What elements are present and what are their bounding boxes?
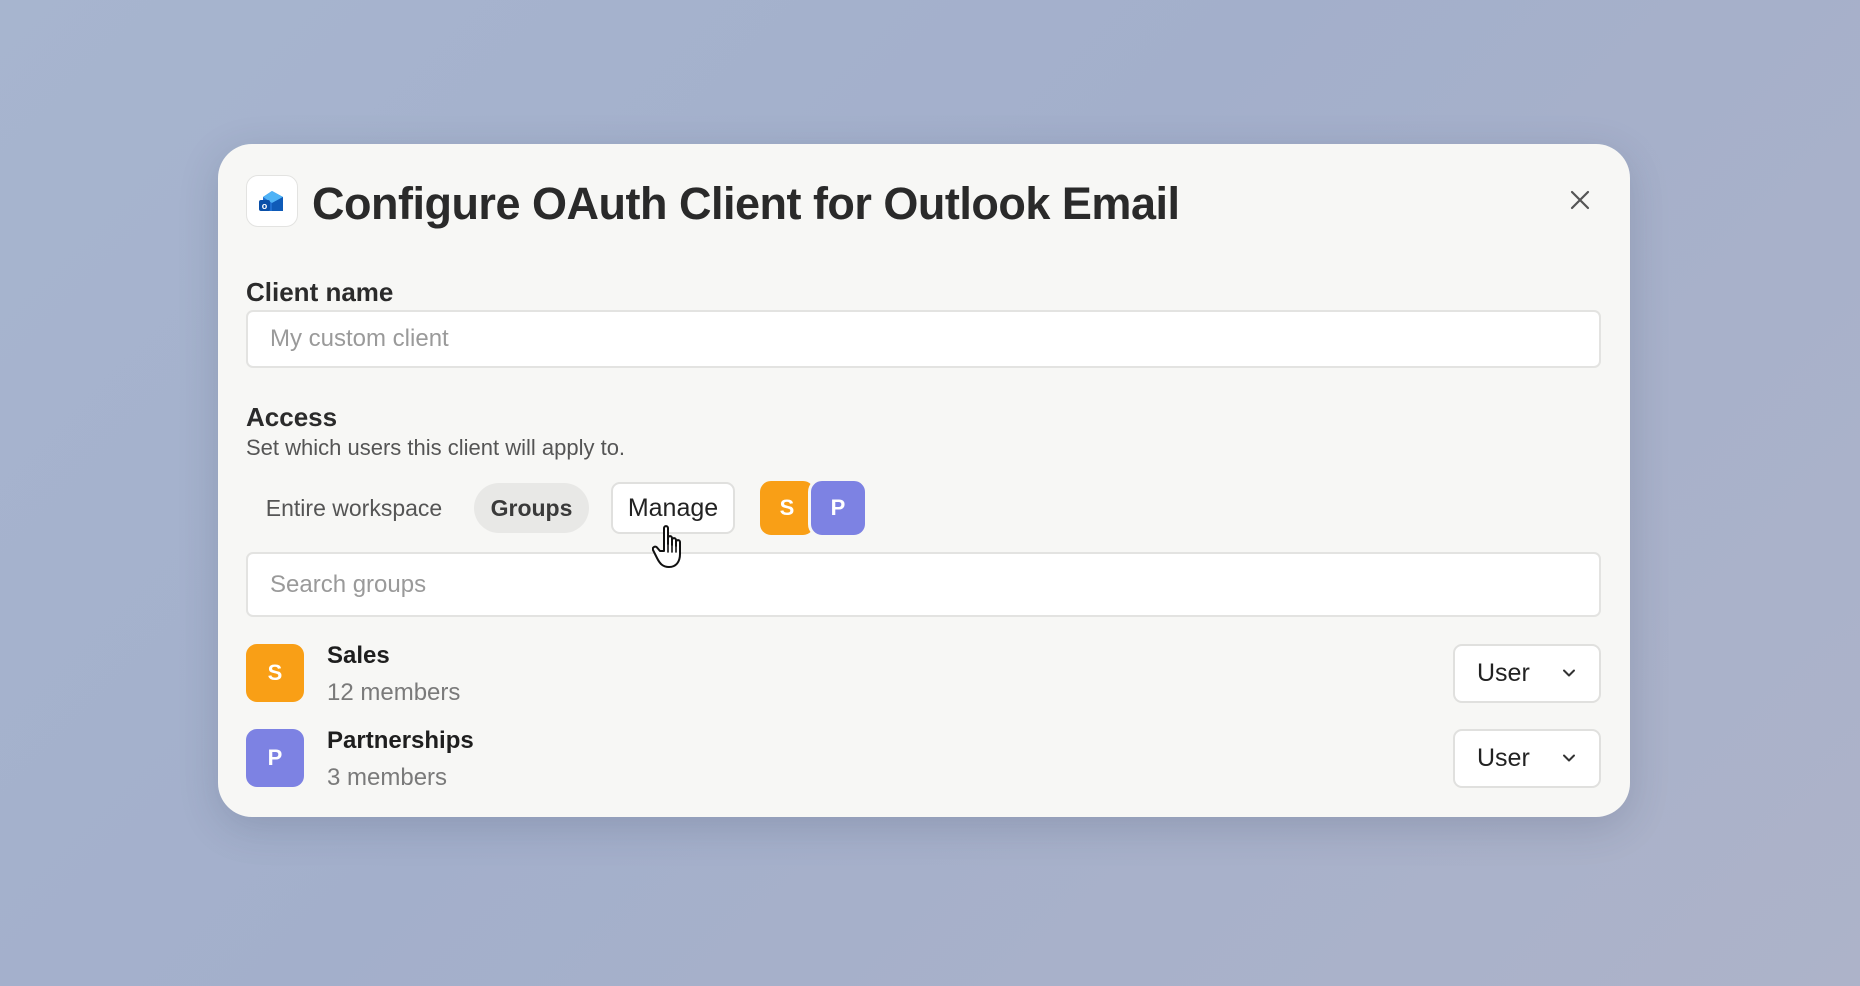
chevron-down-icon: [1563, 669, 1575, 677]
close-button[interactable]: [1558, 178, 1602, 222]
group-avatar-partnerships: P: [246, 729, 304, 787]
dialog-title: Configure OAuth Client for Outlook Email: [312, 178, 1180, 229]
group-members-partnerships: 3 members: [327, 764, 448, 791]
client-name-input[interactable]: [246, 310, 1601, 368]
access-description: Set which users this client will apply t…: [246, 435, 626, 460]
role-select-value: User: [1477, 744, 1530, 772]
group-members-sales: 12 members: [327, 679, 461, 706]
close-icon: [1570, 190, 1590, 210]
role-select-sales[interactable]: User: [1453, 644, 1601, 703]
role-select-partnerships[interactable]: User: [1453, 729, 1601, 788]
chevron-down-icon: [1563, 754, 1575, 762]
search-groups-input[interactable]: [246, 552, 1601, 617]
svg-text:o: o: [262, 201, 268, 211]
group-avatar-sales: S: [246, 644, 304, 702]
option-groups[interactable]: Groups: [474, 483, 589, 533]
selected-group-avatar-partnerships: P: [808, 478, 868, 538]
access-label: Access: [246, 402, 338, 432]
group-name-sales: Sales: [327, 642, 390, 669]
outlook-icon: o: [246, 175, 298, 227]
oauth-client-dialog: o Configure OAuth Client for Outlook Ema…: [218, 144, 1630, 817]
group-name-partnerships: Partnerships: [327, 727, 474, 754]
option-entire-workspace[interactable]: Entire workspace: [246, 483, 462, 533]
client-name-label: Client name: [246, 277, 394, 307]
hand-cursor-icon: [652, 525, 681, 568]
role-select-value: User: [1477, 659, 1530, 687]
